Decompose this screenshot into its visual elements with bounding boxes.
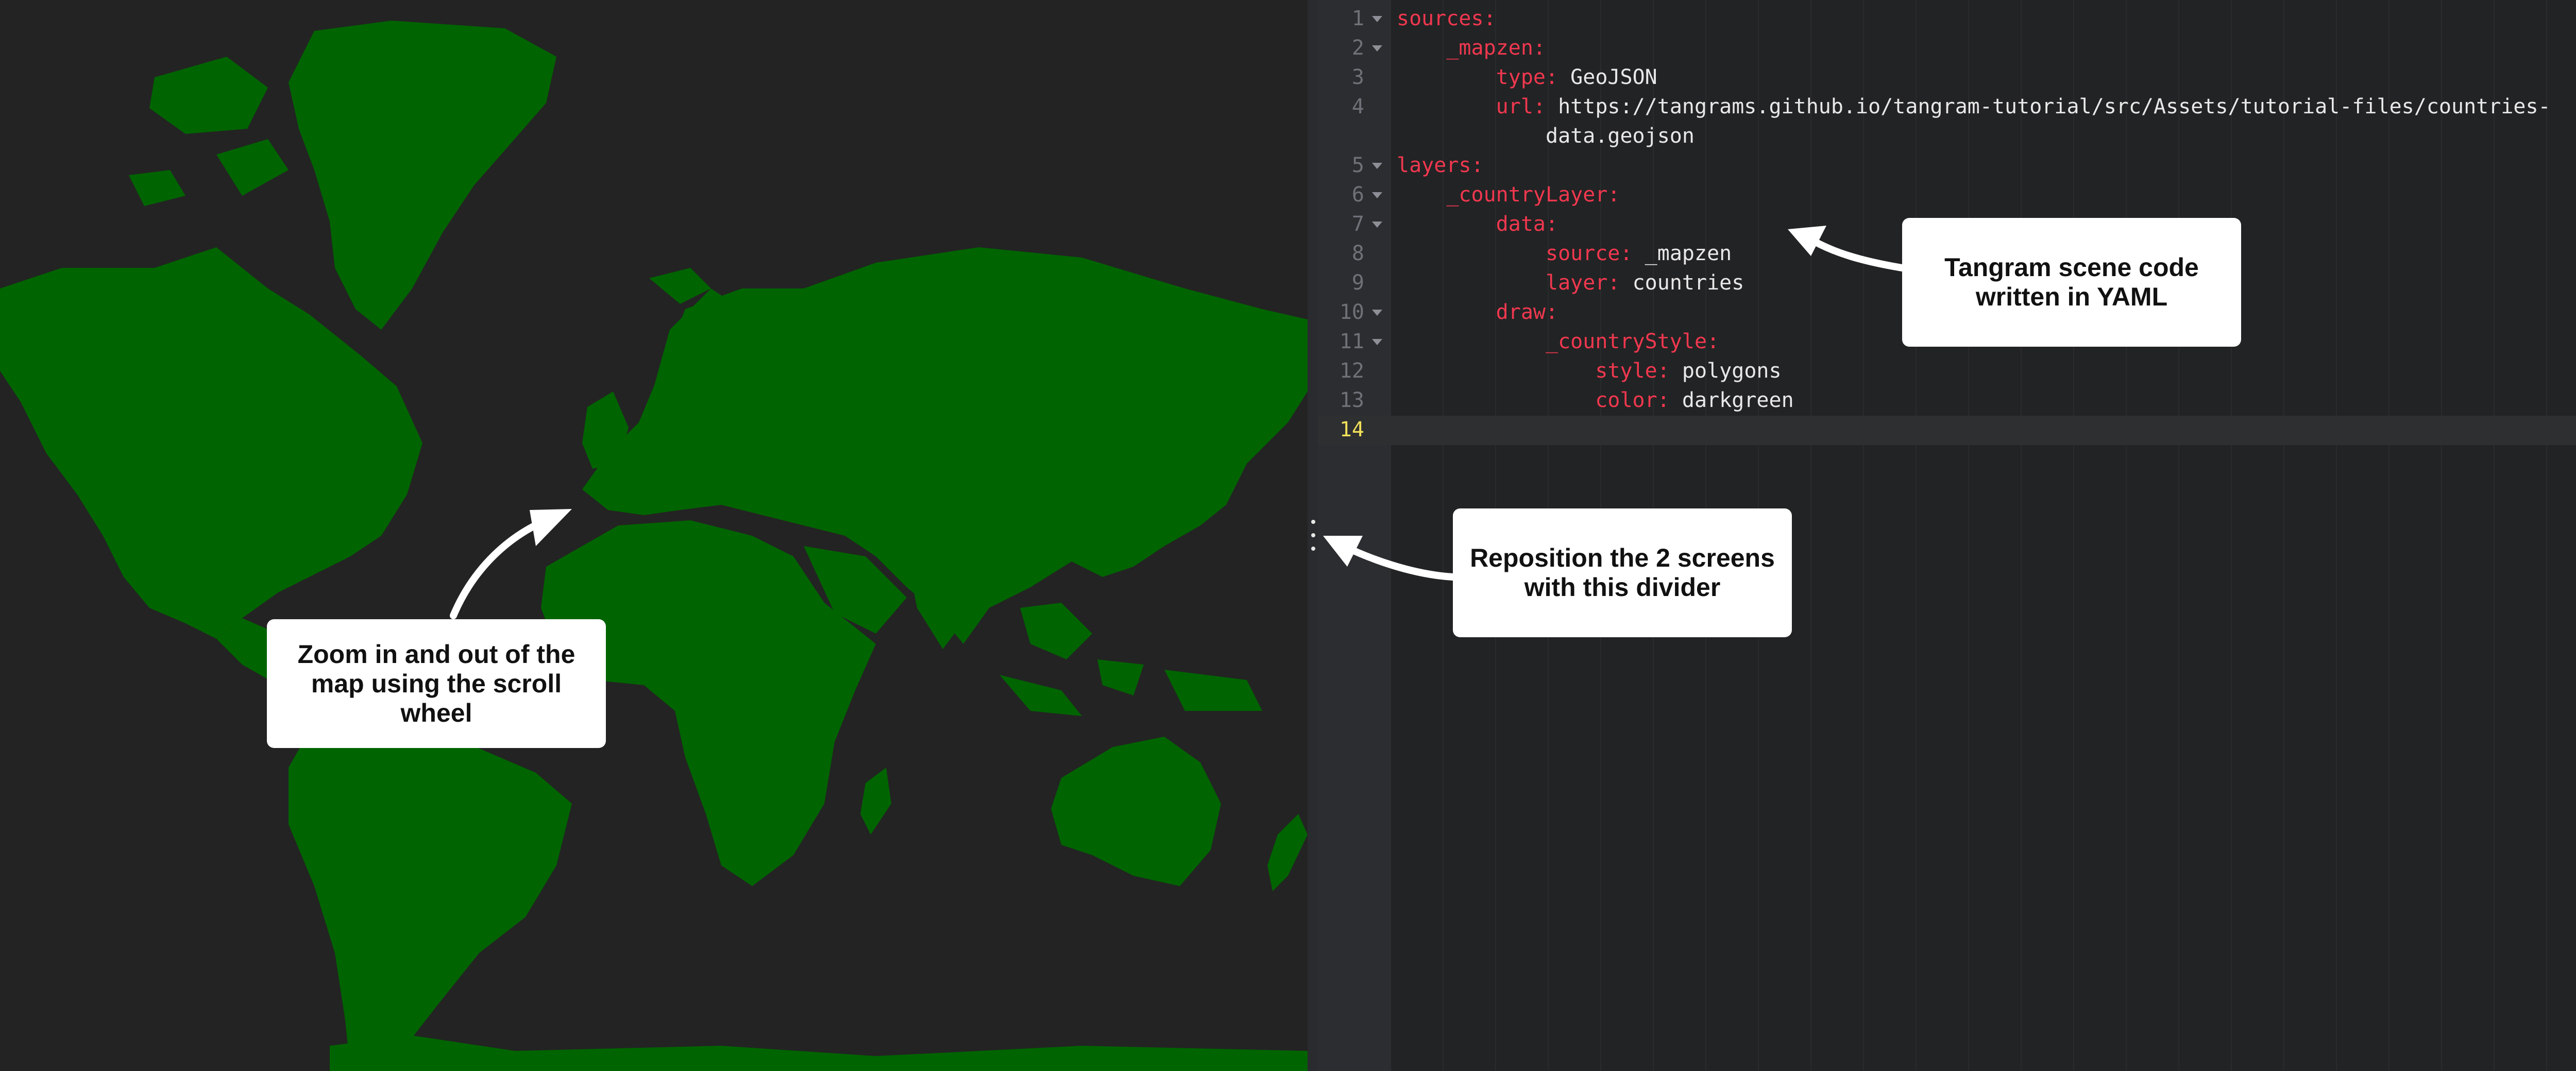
annotation-arrows bbox=[450, 226, 1906, 619]
map-zoom-arrow bbox=[450, 517, 550, 619]
map-zoom-arrowhead bbox=[530, 509, 572, 546]
divider-arrow bbox=[1340, 542, 1456, 581]
scene-code-arrow bbox=[1805, 234, 1906, 271]
